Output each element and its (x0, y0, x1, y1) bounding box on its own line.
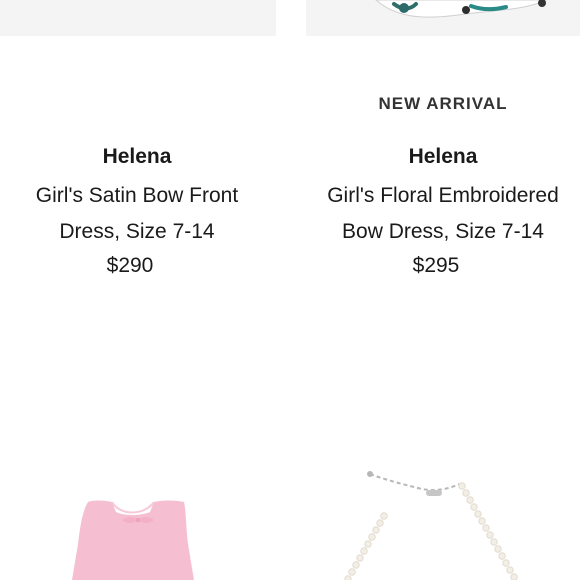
product-name[interactable]: Girl's Satin Bow Front Dress, Size 7-14 (0, 178, 274, 250)
product-name-line-1: Girl's Satin Bow Front (35, 184, 239, 207)
product-price: $290 (106, 254, 154, 277)
product-image-bottom-left[interactable] (0, 460, 276, 580)
product-image-top-left[interactable] (0, 0, 276, 36)
product-name-line-1: Girl's Floral Embroidered (327, 184, 559, 207)
product-image-top-right[interactable] (306, 0, 580, 36)
product-brand[interactable]: Helena (306, 145, 580, 169)
pearl-necklace-icon (344, 471, 518, 580)
product-name[interactable]: Girl's Floral Embroidered Bow Dress, Siz… (306, 178, 580, 250)
pink-dress-icon (72, 500, 194, 580)
product-brand[interactable]: Helena (0, 145, 274, 169)
product-name-line-2: Bow Dress, Size 7-14 (342, 220, 544, 243)
product-price: $295 (412, 254, 460, 277)
product-name-line-2: Dress, Size 7-14 (59, 220, 215, 243)
floral-shoe-icon (306, 0, 580, 36)
product-image-bottom-right[interactable] (306, 460, 580, 580)
new-arrival-badge: NEW ARRIVAL (378, 94, 508, 113)
